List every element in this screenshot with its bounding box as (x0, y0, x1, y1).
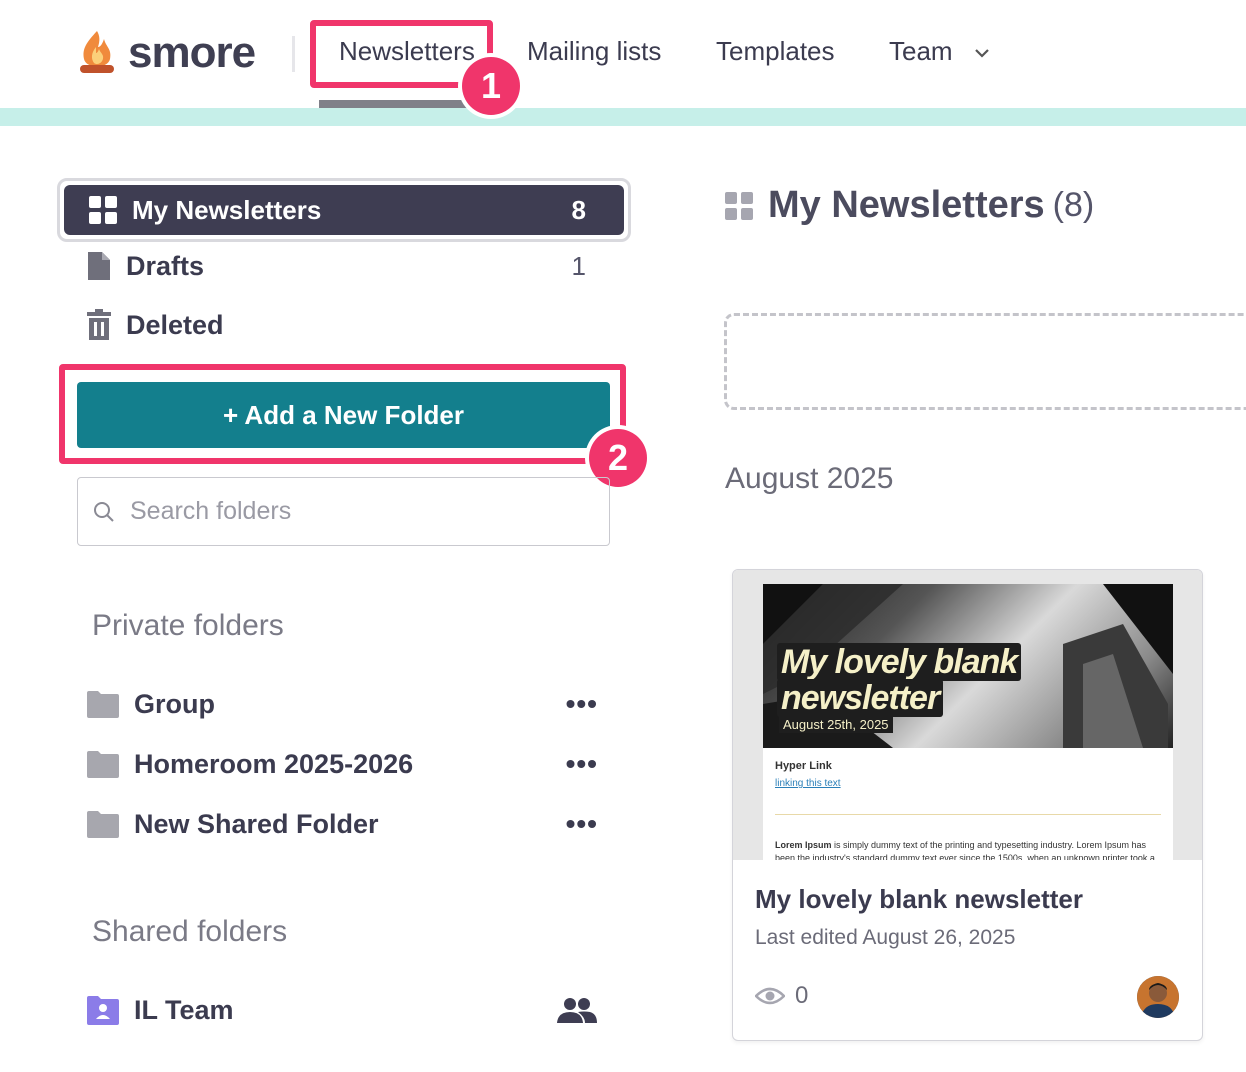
folder-name: Group (134, 688, 215, 719)
sidebar-item-count: 8 (571, 194, 586, 225)
sidebar-item-count: 1 (571, 250, 586, 281)
page-title: My Newsletters (8) (724, 184, 1094, 227)
search-input[interactable] (128, 496, 572, 527)
shared-folders-heading: Shared folders (92, 915, 288, 948)
folder-icon (87, 691, 119, 718)
last-edited-text: Last edited August 26, 2025 (755, 926, 1016, 949)
active-nav-underline (319, 100, 471, 108)
folder-row-il-team[interactable]: IL Team (86, 990, 598, 1030)
view-count: 0 (755, 982, 808, 1010)
eye-icon (755, 987, 785, 1005)
avatar[interactable] (1137, 976, 1179, 1018)
more-options-icon[interactable]: ••• (566, 808, 598, 840)
sidebar-item-label: My Newsletters (132, 194, 322, 225)
header-divider (292, 36, 295, 72)
folder-name: Homeroom 2025-2026 (134, 748, 414, 779)
private-folders-heading: Private folders (92, 609, 284, 642)
sidebar-item-label: Deleted (126, 309, 224, 340)
page-title-text: My Newsletters (768, 184, 1045, 226)
shared-folder-icon (87, 996, 119, 1025)
thumbnail-heading: Hyper Link (775, 760, 832, 772)
thumbnail-divider (775, 814, 1161, 815)
logo-text: smore (128, 28, 256, 77)
nav-team[interactable]: Team (889, 36, 990, 67)
nav-mailing-lists[interactable]: Mailing lists (527, 36, 661, 67)
folder-icon (87, 751, 119, 778)
flame-logo-icon (80, 31, 114, 73)
thumbnail-title: My lovely blank newsletter (777, 643, 1022, 717)
new-newsletter-dropzone[interactable] (724, 313, 1246, 410)
page-title-count: (8) (1052, 186, 1095, 224)
step-badge-1: 1 (462, 57, 520, 115)
nav-templates[interactable]: Templates (716, 36, 835, 67)
folder-row-new-shared-folder[interactable]: New Shared Folder ••• (86, 804, 598, 844)
folder-name: IL Team (134, 994, 234, 1025)
smore-logo[interactable]: smore (76, 28, 256, 78)
sidebar-item-my-newsletters[interactable]: My Newsletters 8 (57, 178, 631, 242)
trash-icon (87, 309, 111, 340)
highlight-box-add-folder (59, 364, 626, 464)
thumbnail-date: August 25th, 2025 (779, 716, 893, 733)
sidebar-item-deleted[interactable]: Deleted (86, 309, 386, 341)
folder-row-homeroom[interactable]: Homeroom 2025-2026 ••• (86, 744, 598, 784)
newsletter-card[interactable]: My lovely blank newsletter August 25th, … (732, 569, 1203, 1041)
grid-icon (89, 196, 117, 224)
document-icon (88, 252, 110, 280)
newsletter-thumbnail[interactable]: My lovely blank newsletter August 25th, … (733, 570, 1202, 860)
thumbnail-body: Lorem Ipsum is simply dummy text of the … (775, 840, 1155, 860)
folder-search-box[interactable] (77, 477, 610, 546)
user-avatar-image (1137, 976, 1179, 1018)
folder-row-group[interactable]: Group ••• (86, 684, 598, 724)
newsletter-title[interactable]: My lovely blank newsletter (755, 884, 1083, 915)
more-options-icon[interactable]: ••• (566, 748, 598, 780)
folder-name: New Shared Folder (134, 808, 379, 839)
sidebar-item-drafts[interactable]: Drafts 1 (86, 250, 586, 282)
more-options-icon[interactable]: ••• (566, 688, 598, 720)
thumbnail-hero-image: My lovely blank newsletter August 25th, … (763, 584, 1173, 748)
people-icon[interactable] (556, 996, 598, 1024)
thumbnail-link: linking this text (775, 778, 841, 789)
view-count-number: 0 (795, 982, 809, 1009)
chevron-down-icon (975, 49, 989, 58)
month-heading: August 2025 (725, 462, 894, 495)
nav-team-label: Team (889, 36, 953, 66)
header-accent-band (0, 108, 1246, 126)
sidebar-item-label: Drafts (126, 250, 205, 281)
search-icon (94, 501, 114, 522)
grid-icon (725, 191, 753, 220)
folder-icon (87, 811, 119, 838)
